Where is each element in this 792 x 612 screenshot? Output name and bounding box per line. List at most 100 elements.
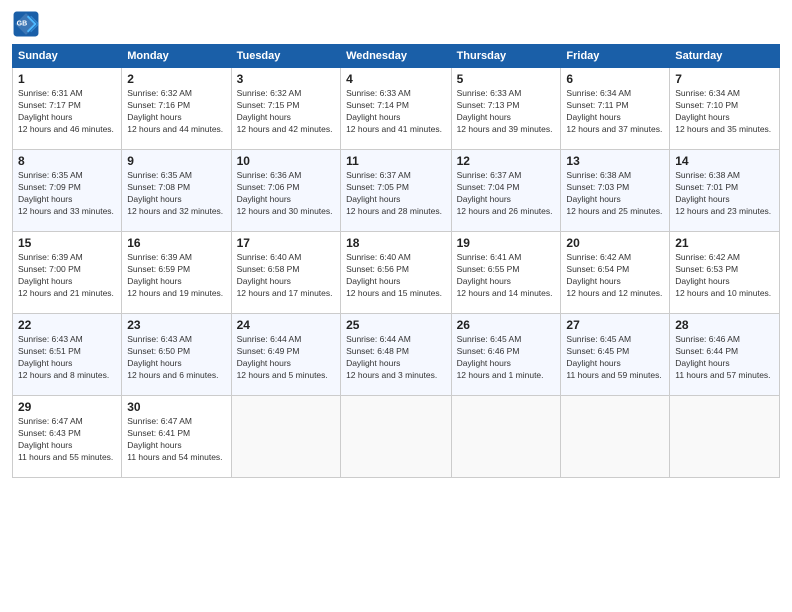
calendar-cell: 20 Sunrise: 6:42 AM Sunset: 6:54 PM Dayl…	[561, 232, 670, 314]
day-content: Sunrise: 6:31 AM Sunset: 7:17 PM Dayligh…	[18, 88, 116, 136]
col-friday: Friday	[561, 45, 670, 68]
day-content: Sunrise: 6:40 AM Sunset: 6:58 PM Dayligh…	[237, 252, 335, 300]
day-content: Sunrise: 6:42 AM Sunset: 6:54 PM Dayligh…	[566, 252, 664, 300]
calendar-cell: 2 Sunrise: 6:32 AM Sunset: 7:16 PM Dayli…	[122, 68, 231, 150]
day-number: 30	[127, 400, 225, 414]
day-number: 28	[675, 318, 774, 332]
calendar-header-row: Sunday Monday Tuesday Wednesday Thursday…	[13, 45, 780, 68]
calendar-cell: 26 Sunrise: 6:45 AM Sunset: 6:46 PM Dayl…	[451, 314, 561, 396]
day-number: 12	[457, 154, 556, 168]
day-content: Sunrise: 6:46 AM Sunset: 6:44 PM Dayligh…	[675, 334, 774, 382]
day-content: Sunrise: 6:34 AM Sunset: 7:11 PM Dayligh…	[566, 88, 664, 136]
day-content: Sunrise: 6:38 AM Sunset: 7:03 PM Dayligh…	[566, 170, 664, 218]
day-number: 2	[127, 72, 225, 86]
day-number: 13	[566, 154, 664, 168]
day-content: Sunrise: 6:33 AM Sunset: 7:13 PM Dayligh…	[457, 88, 556, 136]
calendar-cell	[341, 396, 452, 478]
calendar-table: Sunday Monday Tuesday Wednesday Thursday…	[12, 44, 780, 478]
page-container: GB Sunday Monday Tuesday Wednesday Thurs…	[0, 0, 792, 612]
day-content: Sunrise: 6:44 AM Sunset: 6:48 PM Dayligh…	[346, 334, 446, 382]
day-number: 25	[346, 318, 446, 332]
day-number: 22	[18, 318, 116, 332]
day-content: Sunrise: 6:35 AM Sunset: 7:08 PM Dayligh…	[127, 170, 225, 218]
col-sunday: Sunday	[13, 45, 122, 68]
calendar-cell: 6 Sunrise: 6:34 AM Sunset: 7:11 PM Dayli…	[561, 68, 670, 150]
day-number: 3	[237, 72, 335, 86]
calendar-cell	[231, 396, 340, 478]
day-content: Sunrise: 6:35 AM Sunset: 7:09 PM Dayligh…	[18, 170, 116, 218]
day-number: 9	[127, 154, 225, 168]
day-number: 5	[457, 72, 556, 86]
day-content: Sunrise: 6:43 AM Sunset: 6:50 PM Dayligh…	[127, 334, 225, 382]
svg-text:GB: GB	[17, 21, 28, 28]
calendar-cell: 1 Sunrise: 6:31 AM Sunset: 7:17 PM Dayli…	[13, 68, 122, 150]
calendar-cell: 27 Sunrise: 6:45 AM Sunset: 6:45 PM Dayl…	[561, 314, 670, 396]
calendar-week-2: 8 Sunrise: 6:35 AM Sunset: 7:09 PM Dayli…	[13, 150, 780, 232]
day-number: 4	[346, 72, 446, 86]
day-number: 21	[675, 236, 774, 250]
calendar-cell	[451, 396, 561, 478]
day-content: Sunrise: 6:32 AM Sunset: 7:15 PM Dayligh…	[237, 88, 335, 136]
calendar-cell: 22 Sunrise: 6:43 AM Sunset: 6:51 PM Dayl…	[13, 314, 122, 396]
calendar-week-5: 29 Sunrise: 6:47 AM Sunset: 6:43 PM Dayl…	[13, 396, 780, 478]
day-number: 18	[346, 236, 446, 250]
day-content: Sunrise: 6:37 AM Sunset: 7:04 PM Dayligh…	[457, 170, 556, 218]
calendar-cell: 16 Sunrise: 6:39 AM Sunset: 6:59 PM Dayl…	[122, 232, 231, 314]
day-number: 1	[18, 72, 116, 86]
calendar-cell: 4 Sunrise: 6:33 AM Sunset: 7:14 PM Dayli…	[341, 68, 452, 150]
col-tuesday: Tuesday	[231, 45, 340, 68]
day-number: 19	[457, 236, 556, 250]
col-wednesday: Wednesday	[341, 45, 452, 68]
calendar-cell: 21 Sunrise: 6:42 AM Sunset: 6:53 PM Dayl…	[670, 232, 780, 314]
calendar-cell: 17 Sunrise: 6:40 AM Sunset: 6:58 PM Dayl…	[231, 232, 340, 314]
day-content: Sunrise: 6:45 AM Sunset: 6:45 PM Dayligh…	[566, 334, 664, 382]
calendar-cell: 11 Sunrise: 6:37 AM Sunset: 7:05 PM Dayl…	[341, 150, 452, 232]
calendar-cell: 8 Sunrise: 6:35 AM Sunset: 7:09 PM Dayli…	[13, 150, 122, 232]
calendar-week-4: 22 Sunrise: 6:43 AM Sunset: 6:51 PM Dayl…	[13, 314, 780, 396]
page-header: GB	[12, 10, 780, 38]
calendar-cell	[670, 396, 780, 478]
calendar-cell: 25 Sunrise: 6:44 AM Sunset: 6:48 PM Dayl…	[341, 314, 452, 396]
day-content: Sunrise: 6:39 AM Sunset: 7:00 PM Dayligh…	[18, 252, 116, 300]
calendar-cell: 7 Sunrise: 6:34 AM Sunset: 7:10 PM Dayli…	[670, 68, 780, 150]
day-number: 14	[675, 154, 774, 168]
day-number: 26	[457, 318, 556, 332]
day-content: Sunrise: 6:44 AM Sunset: 6:49 PM Dayligh…	[237, 334, 335, 382]
calendar-cell: 14 Sunrise: 6:38 AM Sunset: 7:01 PM Dayl…	[670, 150, 780, 232]
calendar-cell: 28 Sunrise: 6:46 AM Sunset: 6:44 PM Dayl…	[670, 314, 780, 396]
day-content: Sunrise: 6:40 AM Sunset: 6:56 PM Dayligh…	[346, 252, 446, 300]
day-content: Sunrise: 6:47 AM Sunset: 6:43 PM Dayligh…	[18, 416, 116, 464]
logo-icon: GB	[12, 10, 40, 38]
day-content: Sunrise: 6:38 AM Sunset: 7:01 PM Dayligh…	[675, 170, 774, 218]
day-number: 17	[237, 236, 335, 250]
day-number: 27	[566, 318, 664, 332]
calendar-cell: 10 Sunrise: 6:36 AM Sunset: 7:06 PM Dayl…	[231, 150, 340, 232]
calendar-cell: 15 Sunrise: 6:39 AM Sunset: 7:00 PM Dayl…	[13, 232, 122, 314]
day-number: 20	[566, 236, 664, 250]
calendar-week-1: 1 Sunrise: 6:31 AM Sunset: 7:17 PM Dayli…	[13, 68, 780, 150]
calendar-week-3: 15 Sunrise: 6:39 AM Sunset: 7:00 PM Dayl…	[13, 232, 780, 314]
calendar-cell: 19 Sunrise: 6:41 AM Sunset: 6:55 PM Dayl…	[451, 232, 561, 314]
day-content: Sunrise: 6:39 AM Sunset: 6:59 PM Dayligh…	[127, 252, 225, 300]
calendar-cell: 9 Sunrise: 6:35 AM Sunset: 7:08 PM Dayli…	[122, 150, 231, 232]
day-content: Sunrise: 6:45 AM Sunset: 6:46 PM Dayligh…	[457, 334, 556, 382]
calendar-cell: 18 Sunrise: 6:40 AM Sunset: 6:56 PM Dayl…	[341, 232, 452, 314]
day-content: Sunrise: 6:37 AM Sunset: 7:05 PM Dayligh…	[346, 170, 446, 218]
calendar-cell: 30 Sunrise: 6:47 AM Sunset: 6:41 PM Dayl…	[122, 396, 231, 478]
calendar-cell: 3 Sunrise: 6:32 AM Sunset: 7:15 PM Dayli…	[231, 68, 340, 150]
col-saturday: Saturday	[670, 45, 780, 68]
logo: GB	[12, 10, 44, 38]
calendar-cell: 23 Sunrise: 6:43 AM Sunset: 6:50 PM Dayl…	[122, 314, 231, 396]
col-thursday: Thursday	[451, 45, 561, 68]
day-number: 6	[566, 72, 664, 86]
day-number: 15	[18, 236, 116, 250]
day-number: 11	[346, 154, 446, 168]
day-content: Sunrise: 6:47 AM Sunset: 6:41 PM Dayligh…	[127, 416, 225, 464]
day-number: 29	[18, 400, 116, 414]
day-number: 7	[675, 72, 774, 86]
day-content: Sunrise: 6:32 AM Sunset: 7:16 PM Dayligh…	[127, 88, 225, 136]
day-content: Sunrise: 6:43 AM Sunset: 6:51 PM Dayligh…	[18, 334, 116, 382]
calendar-cell	[561, 396, 670, 478]
day-content: Sunrise: 6:41 AM Sunset: 6:55 PM Dayligh…	[457, 252, 556, 300]
calendar-cell: 12 Sunrise: 6:37 AM Sunset: 7:04 PM Dayl…	[451, 150, 561, 232]
